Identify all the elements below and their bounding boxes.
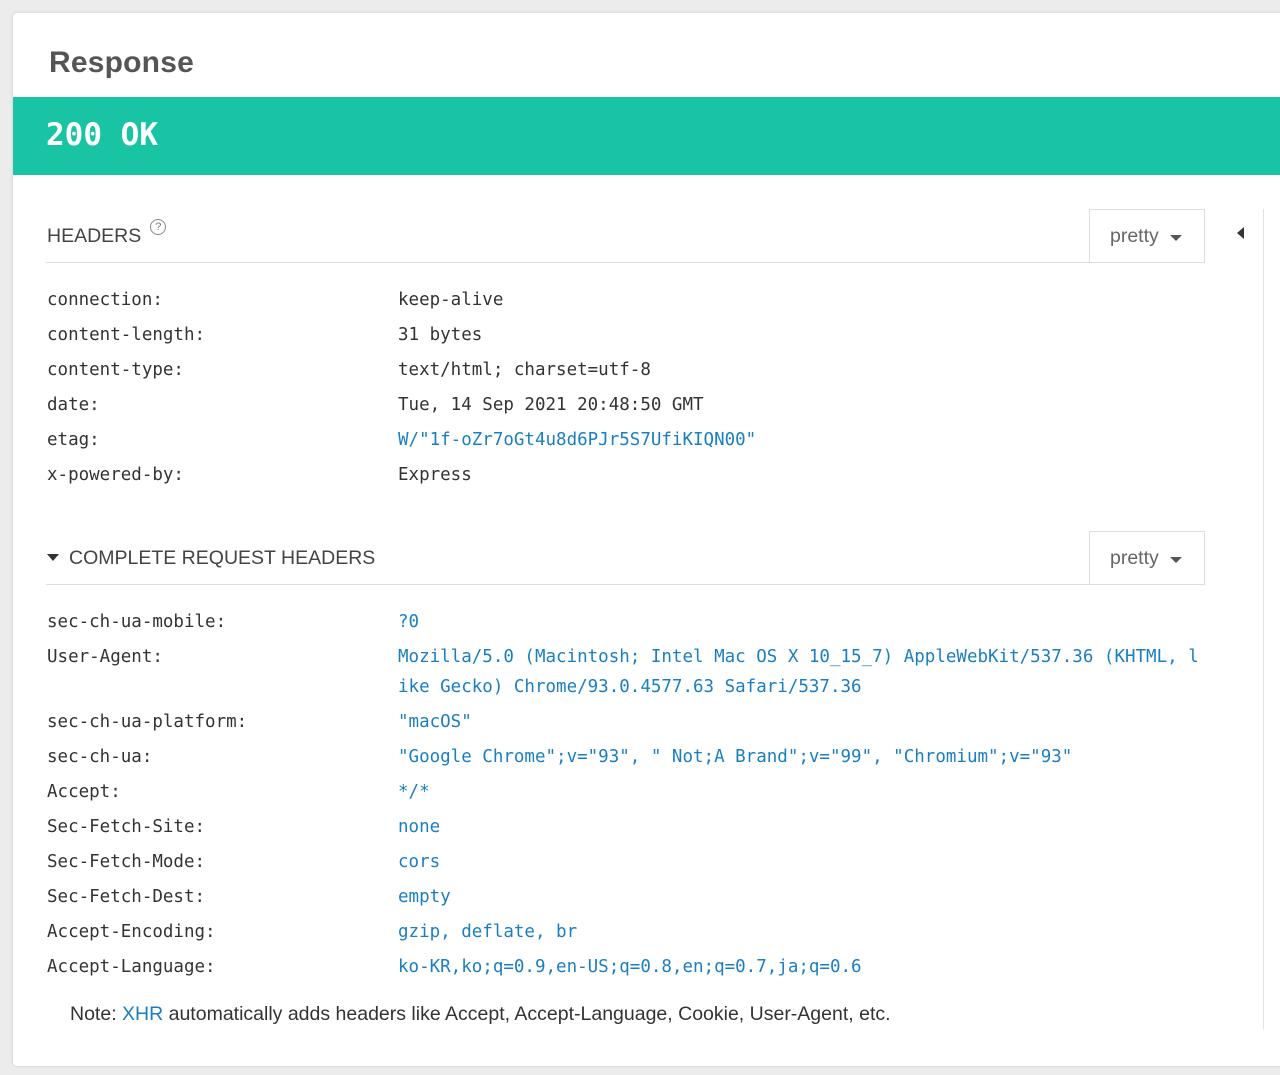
header-row: Accept: */*: [47, 777, 1207, 807]
header-value: keep-alive: [398, 290, 504, 310]
note: Note: XHR automatically adds headers lik…: [70, 1003, 891, 1026]
header-row: sec-ch-ua-mobile: ?0: [47, 607, 1207, 637]
header-value: none: [398, 817, 441, 837]
header-value: 31 bytes: [398, 325, 483, 345]
header-key: Sec-Fetch-Site:: [47, 817, 206, 837]
caret-down-icon: [47, 554, 59, 561]
request-format-select[interactable]: pretty: [1089, 531, 1205, 584]
header-row: Sec-Fetch-Dest: empty: [47, 882, 1207, 912]
header-value: */*: [398, 782, 430, 802]
headers-format-select[interactable]: pretty: [1089, 209, 1205, 262]
header-value: W/"1f-oZr7oGt4u8d6PJr5S7UfiKIQN00": [398, 430, 757, 450]
status-bar: 200 OK: [13, 97, 1280, 175]
header-key: Accept-Language:: [47, 957, 216, 977]
response-panel: Response 200 OK HEADERS? pretty connecti…: [13, 13, 1280, 1066]
header-key: content-type:: [47, 360, 184, 380]
header-row: Sec-Fetch-Site: none: [47, 812, 1207, 842]
caret-down-icon: [1170, 557, 1182, 563]
header-key: date:: [47, 395, 100, 415]
headers-format-select-label: pretty: [1110, 225, 1159, 247]
side-panel-toggle[interactable]: [1235, 209, 1249, 259]
header-row: etag: W/"1f-oZr7oGt4u8d6PJr5S7UfiKIQN00": [47, 425, 1207, 455]
header-row: sec-ch-ua: "Google Chrome";v="93", " Not;…: [47, 742, 1207, 772]
header-row: Sec-Fetch-Mode: cors: [47, 847, 1207, 877]
note-prefix: Note:: [70, 1003, 123, 1025]
request-headers-title: COMPLETE REQUEST HEADERS: [69, 547, 376, 569]
header-value: ?0: [398, 612, 420, 632]
header-row: connection: keep-alive: [47, 285, 1207, 315]
header-value: Express: [398, 465, 472, 485]
header-value: empty: [398, 887, 451, 907]
status-text: 200 OK: [46, 117, 158, 153]
xhr-link[interactable]: XHR: [122, 1003, 163, 1025]
header-key: sec-ch-ua-mobile:: [47, 612, 227, 632]
header-row: Accept-Language: ko-KR,ko;q=0.9,en-US;q=0…: [47, 952, 1207, 982]
note-suffix: automatically adds headers like Accept, …: [163, 1003, 891, 1025]
header-value: text/html; charset=utf-8: [398, 360, 651, 380]
header-row: content-length: 31 bytes: [47, 320, 1207, 350]
header-value: ko-KR,ko;q=0.9,en-US;q=0.8,en;q=0.7,ja;q…: [398, 957, 862, 977]
header-key: Sec-Fetch-Mode:: [47, 852, 206, 872]
caret-left-icon: [1237, 227, 1244, 239]
header-row: sec-ch-ua-platform: "macOS": [47, 707, 1207, 737]
request-headers-toggle[interactable]: COMPLETE REQUEST HEADERS: [47, 547, 375, 570]
header-row: date: Tue, 14 Sep 2021 20:48:50 GMT: [47, 390, 1207, 420]
panel-title: Response: [49, 46, 194, 79]
header-key: sec-ch-ua:: [47, 747, 153, 767]
header-key: Accept:: [47, 782, 121, 802]
header-value: Tue, 14 Sep 2021 20:48:50 GMT: [398, 395, 704, 415]
header-value: cors: [398, 852, 441, 872]
header-value: gzip, deflate, br: [398, 922, 578, 942]
header-key: etag:: [47, 430, 100, 450]
header-key: Accept-Encoding:: [47, 922, 216, 942]
header-row: User-Agent: Mozilla/5.0 (Macintosh; Intel…: [47, 642, 1207, 702]
header-row: x-powered-by: Express: [47, 460, 1207, 490]
request-headers-table: sec-ch-ua-mobile: ?0 User-Agent: Mozilla/5.…: [47, 607, 1207, 987]
header-key: Sec-Fetch-Dest:: [47, 887, 206, 907]
side-divider: [1263, 209, 1264, 1029]
header-key: User-Agent:: [47, 647, 163, 667]
request-format-select-label: pretty: [1110, 547, 1159, 569]
header-row: Accept-Encoding: gzip, deflate, br: [47, 917, 1207, 947]
header-value: Mozilla/5.0 (Macintosh; Intel Mac OS X 1…: [398, 647, 1199, 697]
caret-down-icon: [1170, 235, 1182, 241]
headers-title: HEADERS?: [47, 219, 167, 248]
headers-title-label: HEADERS: [47, 225, 142, 247]
headers-section-header: HEADERS? pretty: [46, 209, 1205, 263]
header-key: content-length:: [47, 325, 206, 345]
header-key: sec-ch-ua-platform:: [47, 712, 248, 732]
request-section-header: COMPLETE REQUEST HEADERS pretty: [46, 531, 1205, 585]
header-key: x-powered-by:: [47, 465, 184, 485]
header-value: "macOS": [398, 712, 472, 732]
header-key: connection:: [47, 290, 163, 310]
header-value: "Google Chrome";v="93", " Not;A Brand";v…: [398, 747, 1073, 767]
header-row: content-type: text/html; charset=utf-8: [47, 355, 1207, 385]
response-headers-table: connection: keep-alive content-length: 31 b…: [47, 285, 1207, 495]
help-icon[interactable]: ?: [150, 219, 167, 235]
